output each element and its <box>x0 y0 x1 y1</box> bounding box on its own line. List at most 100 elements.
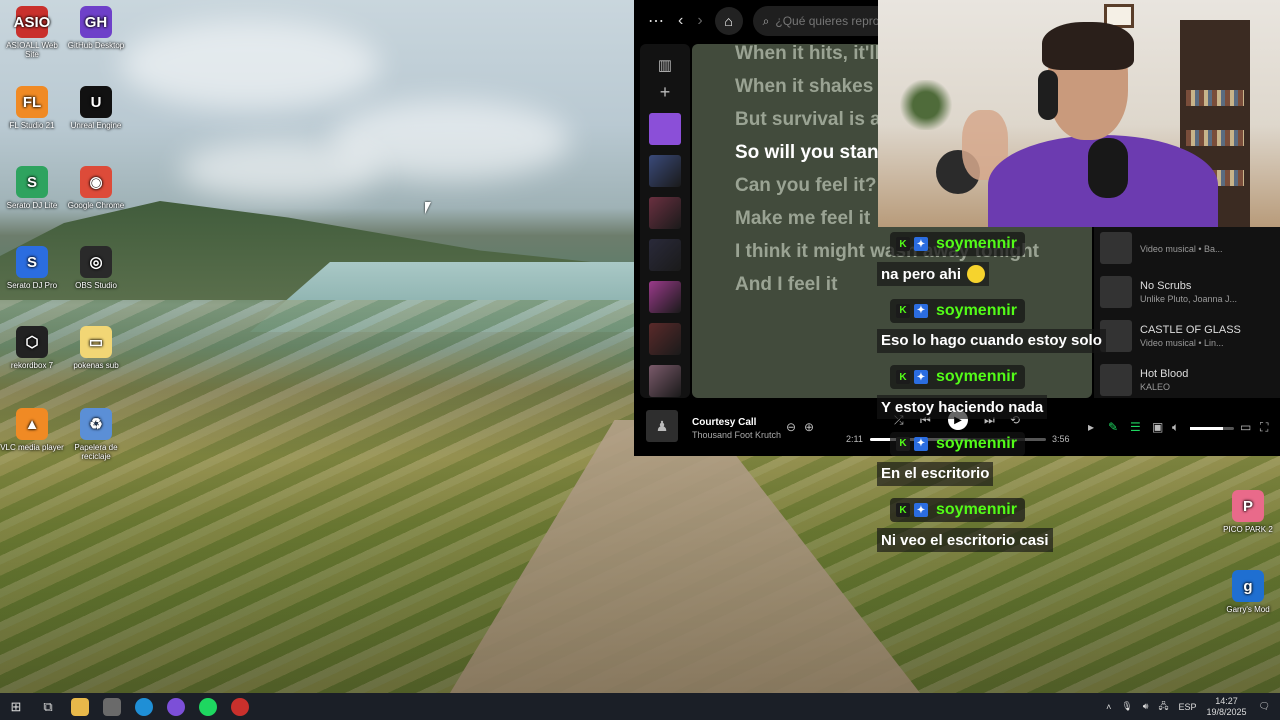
kick-badge-icon: K <box>896 370 910 384</box>
chat-message-body: na pero ahi <box>881 265 962 283</box>
library-sidebar: ▥ + <box>640 44 690 398</box>
desktop-icon-label: Garry's Mod <box>1226 605 1270 614</box>
fullscreen-icon[interactable]: ⛶ <box>1260 420 1268 435</box>
chat-message: K ✦ soymennir na pero ahi <box>874 228 1134 295</box>
library-item-thumbnail[interactable] <box>649 197 681 229</box>
desktop-icon[interactable]: S Serato DJ Lite <box>0 166 64 210</box>
library-item-thumbnail[interactable] <box>649 239 681 271</box>
search-icon: ⌕ <box>762 13 770 28</box>
language-indicator[interactable]: ESP <box>1179 702 1197 712</box>
desktop-icon[interactable]: ◉ Google Chrome <box>64 166 128 210</box>
clock[interactable]: 14:27 19/8/2025 <box>1207 696 1247 718</box>
queue-item-title: CASTLE OF GLASS <box>1140 324 1241 336</box>
start-button[interactable]: ⊞ <box>0 693 32 720</box>
desktop-icon[interactable]: ▲ VLC media player <box>0 408 64 452</box>
chat-message: K ✦ soymennir En el escritorio <box>874 428 1134 495</box>
headset <box>1038 70 1058 120</box>
desktop-icon[interactable]: ▭ pokenas sub <box>64 326 128 370</box>
now-playing-title[interactable]: Courtesy Call <box>692 417 756 428</box>
mouse-cursor <box>425 202 431 214</box>
network-icon[interactable]: 🖧 <box>1158 699 1168 715</box>
desktop-icon-label: Papelera de reciclaje <box>74 443 118 461</box>
queue-item-title: Hot Blood <box>1140 368 1189 380</box>
desktop-icon-icon: S <box>16 246 48 278</box>
task-view-icon: ⧉ <box>43 698 53 714</box>
volume-slider[interactable] <box>1190 427 1234 430</box>
library-item-thumbnail[interactable] <box>649 281 681 313</box>
desktop-icon-label: ASIOALL Web Site <box>6 41 58 59</box>
volume-icon[interactable]: 🔈︎ <box>1172 420 1179 435</box>
app-button[interactable] <box>96 693 128 720</box>
desktop-icon[interactable]: ◎ OBS Studio <box>64 246 128 290</box>
edge-button[interactable] <box>128 693 160 720</box>
chevron-up-icon[interactable]: ˄ <box>1106 702 1111 712</box>
desktop-icon[interactable]: g Garry's Mod <box>1216 570 1280 614</box>
queue-item-subtitle: Video musical • Ba... <box>1140 244 1223 254</box>
desktop-icon[interactable]: ♻ Papelera de reciclaje <box>64 408 128 461</box>
desktop-icon[interactable]: U Unreal Engine <box>64 86 128 130</box>
desktop-icon-label: Unreal Engine <box>70 121 122 130</box>
speaker-icon[interactable]: 🔊︎ <box>1143 701 1149 712</box>
library-item-thumbnail[interactable] <box>649 323 681 355</box>
clock-date: 19/8/2025 <box>1206 706 1247 717</box>
desktop-icon-icon: ◉ <box>80 166 112 198</box>
queue-item-subtitle: KALEO <box>1140 382 1171 392</box>
back-arrow-icon[interactable]: ‹ <box>678 12 683 30</box>
library-item-thumbnail[interactable] <box>649 365 681 397</box>
desktop-icon-label: Google Chrome <box>67 201 125 210</box>
library-icon[interactable]: ▥ <box>640 56 690 74</box>
home-button[interactable]: ⌂ <box>714 7 743 35</box>
obs-button[interactable] <box>160 693 192 720</box>
desktop-icon-icon: ▭ <box>80 326 112 358</box>
library-item-thumbnail[interactable] <box>649 155 681 187</box>
chat-overlay: K ✦ soymennir na pero ahi K ✦ soymennir Eso lo … <box>874 228 1134 558</box>
desktop-icon-label: GitHub Desktop <box>67 41 125 50</box>
kick-badge-icon: K <box>896 303 910 318</box>
streamer-hair <box>1042 22 1134 70</box>
desktop-icon[interactable]: ⬡ rekordbox 7 <box>0 326 64 370</box>
desktop-icon-label: OBS Studio <box>75 281 117 290</box>
desktop-icon-icon: P <box>1232 490 1264 522</box>
chat-message-text: Ni veo el escritorio casi <box>877 528 1053 552</box>
desktop-icon[interactable]: P PICO PARK 2 <box>1216 490 1280 534</box>
spotify-icon <box>199 697 217 716</box>
desktop-icon-icon: ◎ <box>80 246 112 278</box>
mini-player-icon[interactable]: ▭ <box>1240 420 1251 434</box>
taskbar: ⊞ ⧉ ˄ 🎙︎ 🔊︎ 🖧 ESP 14:27 19/8/2025 🗨︎ <box>0 693 1280 720</box>
task-view-button[interactable]: ⧉ <box>32 693 64 720</box>
more-options-icon[interactable]: ⋯ <box>648 11 664 31</box>
chat-message-text: En el escritorio <box>877 461 994 486</box>
library-item-thumbnail[interactable] <box>649 113 681 145</box>
desktop-icon-icon: GH <box>80 6 112 38</box>
now-playing-artwork[interactable]: ♟ <box>646 410 678 442</box>
connect-device-icon[interactable]: ▣ <box>1152 420 1163 434</box>
chat-message-body: En el escritorio <box>881 465 990 482</box>
add-to-library-icon[interactable]: ⊕ <box>804 420 814 434</box>
desktop-icon[interactable]: FL FL Studio 21 <box>0 86 64 130</box>
microphone-icon[interactable]: 🎙︎ <box>1121 701 1132 712</box>
queue-item-subtitle: Unlike Pluto, Joanna J... <box>1140 294 1238 304</box>
forward-arrow-icon[interactable]: › <box>697 12 702 30</box>
obs-icon <box>167 697 185 716</box>
file-explorer-button[interactable] <box>64 693 96 720</box>
desktop-icon-icon: FL <box>16 86 48 118</box>
spotify-button[interactable] <box>192 693 224 720</box>
chat-message: K ✦ soymennir Ni veo el escritorio casi <box>874 494 1134 561</box>
prime-badge-icon: ✦ <box>914 237 928 251</box>
kick-badge-icon: K <box>896 237 910 251</box>
create-playlist-icon[interactable]: + <box>640 82 690 103</box>
desktop-icon[interactable]: S Serato DJ Pro <box>0 246 64 290</box>
desktop-icon-label: FL Studio 21 <box>9 121 55 130</box>
desktop-icon[interactable]: GH GitHub Desktop <box>64 6 128 50</box>
remove-icon[interactable]: ⊖ <box>786 420 796 434</box>
desktop-icon[interactable]: ASIO ASIOALL Web Site <box>0 6 64 59</box>
notifications-icon[interactable]: 🗨︎ <box>1259 701 1270 712</box>
chat-username: soymennir <box>936 368 1017 385</box>
now-playing-artist[interactable]: Thousand Foot Krutch <box>692 430 781 440</box>
clock-time: 14:27 <box>1215 695 1238 706</box>
kick-badge-icon: K <box>896 436 910 451</box>
chat-message: K ✦ soymennir Y estoy haciendo nada <box>874 361 1134 428</box>
recorder-button[interactable] <box>224 693 256 720</box>
desktop-icon-label: VLC media player <box>0 443 64 452</box>
microphone <box>1088 138 1128 198</box>
